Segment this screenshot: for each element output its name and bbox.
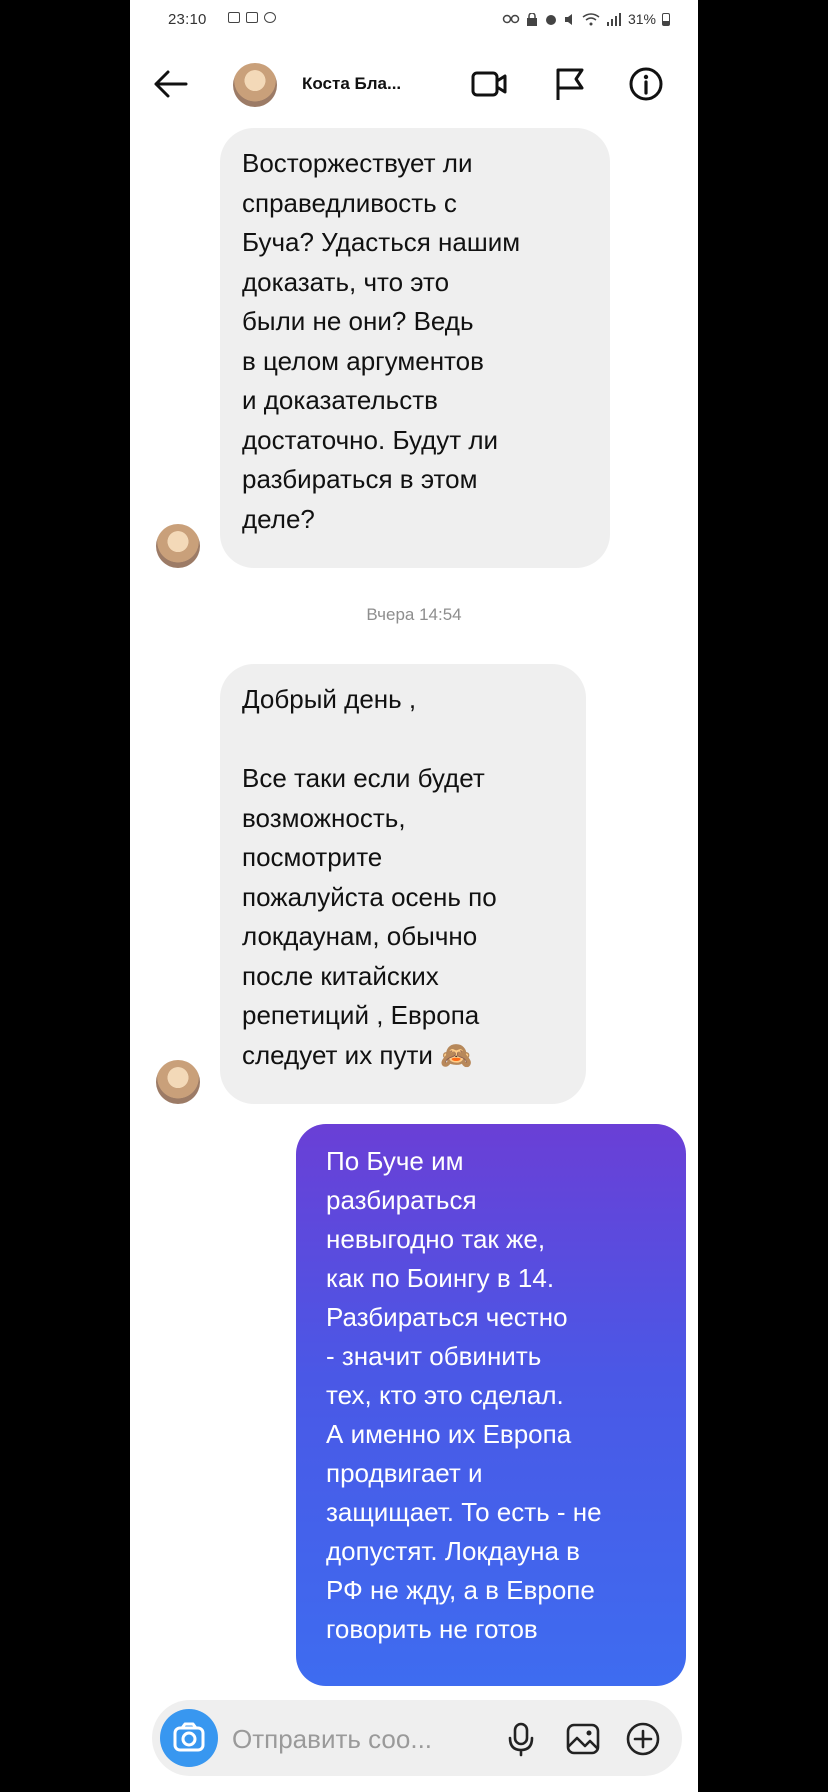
message-timestamp: Вчера 14:54 xyxy=(366,605,462,624)
contact-avatar[interactable] xyxy=(233,63,277,107)
outgoing-message-bubble[interactable]: По Буче им разбираться невыгодно так же,… xyxy=(296,1124,686,1686)
message-composer xyxy=(152,1700,682,1776)
chat-header: Коста Бла... xyxy=(130,48,698,118)
flag-icon[interactable] xyxy=(550,66,590,102)
video-call-icon[interactable] xyxy=(470,66,510,102)
system-icons: 31% xyxy=(502,11,670,27)
add-icon[interactable] xyxy=(624,1720,662,1758)
incoming-message-bubble[interactable]: Добрый день , Все таки если будет возмож… xyxy=(220,664,586,1104)
status-bar: 23:10 31% xyxy=(130,0,698,40)
info-icon[interactable] xyxy=(626,66,666,102)
microphone-icon[interactable] xyxy=(502,1720,540,1758)
chat-screen: 23:10 31% Коста Бла... Восторжествует ли… xyxy=(130,0,698,1792)
camera-button[interactable] xyxy=(160,1709,218,1767)
sender-avatar[interactable] xyxy=(156,1060,200,1104)
settings-notification-icon xyxy=(264,12,276,23)
message-input[interactable] xyxy=(232,1720,492,1758)
link-icon xyxy=(502,14,520,24)
wifi-icon xyxy=(582,12,600,25)
back-arrow-icon[interactable] xyxy=(150,66,190,102)
battery-icon xyxy=(662,12,670,26)
sender-avatar[interactable] xyxy=(156,524,200,568)
battery-percent: 31% xyxy=(627,11,656,27)
contact-name[interactable]: Коста Бла... xyxy=(302,74,401,94)
camera-icon xyxy=(173,1722,205,1752)
status-time: 23:10 xyxy=(168,11,207,28)
alarm-icon xyxy=(545,14,556,25)
gallery-icon[interactable] xyxy=(564,1720,602,1758)
mute-icon xyxy=(564,13,572,25)
incoming-message-bubble[interactable]: Восторжествует ли справедливость с Буча?… xyxy=(220,128,610,568)
notification-icons xyxy=(228,12,276,23)
edit-notification-icon xyxy=(246,12,258,23)
lock-icon xyxy=(526,12,537,26)
signal-icon xyxy=(606,12,621,26)
gallery-notification-icon xyxy=(228,12,240,23)
